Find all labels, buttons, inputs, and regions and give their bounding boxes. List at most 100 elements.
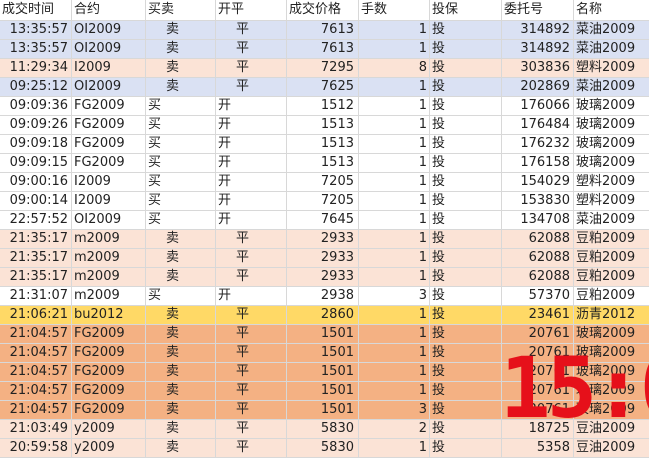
cell-lots: 1 — [359, 268, 430, 286]
table-row[interactable]: 21:06:21 bu2012 卖平 2860 1 投 23461 沥青2012 — [0, 306, 649, 325]
cell-trade-price: 1501 — [287, 382, 359, 400]
table-row[interactable]: 09:25:12 OI2009 卖平 7625 1 投 202869 菜油2009 — [0, 78, 649, 97]
cell-lots: 1 — [359, 306, 430, 324]
cell-lots: 1 — [359, 173, 430, 191]
cell-hedge-type: 投 — [430, 116, 502, 134]
cell-open-close: 平 — [216, 59, 287, 77]
cell-trade-price: 2933 — [287, 230, 359, 248]
cell-trade-time: 21:04:57 — [0, 363, 72, 381]
cell-contract: OI2009 — [72, 40, 146, 58]
cell-open-close: 开 — [216, 192, 287, 210]
cell-trade-time: 21:06:21 — [0, 306, 72, 324]
cell-contract: FG2009 — [72, 97, 146, 115]
cell-hedge-type: 投 — [430, 420, 502, 438]
cell-hedge-type: 投 — [430, 268, 502, 286]
cell-order-number: 176158 — [502, 154, 574, 172]
cell-buy-sell: 买 — [146, 135, 216, 153]
table-row[interactable]: 09:00:16 I2009 买开 7205 1 投 154029 塑料2009 — [0, 173, 649, 192]
cell-lots: 1 — [359, 116, 430, 134]
cell-buy-sell: 卖 — [146, 59, 216, 77]
cell-order-number: 62088 — [502, 268, 574, 286]
cell-open-close: 平 — [216, 420, 287, 438]
cell-open-close: 开 — [216, 211, 287, 229]
cell-open-close: 平 — [216, 230, 287, 248]
cell-instrument-name: 玻璃2009 — [576, 326, 636, 341]
table-row[interactable]: 22:57:52 OI2009 买开 7645 1 投 134708 菜油2009 — [0, 211, 649, 230]
cell-order-number: 176484 — [502, 116, 574, 134]
table-row[interactable]: 13:35:57 OI2009 卖平 7613 1 投 314892 菜油2009 — [0, 40, 649, 59]
cell-lots: 3 — [359, 287, 430, 305]
table-row[interactable]: 09:00:14 I2009 买开 7205 1 投 153830 塑料2009 — [0, 192, 649, 211]
cell-trade-price: 2933 — [287, 268, 359, 286]
cell-open-close: 平 — [216, 249, 287, 267]
cell-trade-price: 1501 — [287, 325, 359, 343]
cell-instrument-name: 沥青2012 — [576, 307, 636, 322]
cell-lots: 1 — [359, 78, 430, 96]
cell-order-number: 57370 — [502, 287, 574, 305]
cell-trade-price: 5830 — [287, 420, 359, 438]
table-row[interactable]: 21:04:57 FG2009 卖平 1501 1 投 20761 玻璃2009 — [0, 325, 649, 344]
cell-order-number: 176066 — [502, 97, 574, 115]
cell-hedge-type: 投 — [430, 154, 502, 172]
cell-order-number: 154029 — [502, 173, 574, 191]
cell-buy-sell: 买 — [146, 173, 216, 191]
cell-open-close: 平 — [216, 306, 287, 324]
header-hedge-type[interactable]: 投保 — [430, 0, 502, 20]
table-row[interactable]: 21:35:17 m2009 卖平 2933 1 投 62088 豆粕2009 — [0, 268, 649, 287]
table-row[interactable]: 21:35:17 m2009 卖平 2933 1 投 62088 豆粕2009 — [0, 230, 649, 249]
table-row[interactable]: 11:29:34 I2009 卖平 7295 8 投 303836 塑料2009 — [0, 59, 649, 78]
cell-trade-time: 21:31:07 — [0, 287, 72, 305]
header-trade-price[interactable]: 成交价格 — [287, 0, 359, 20]
cell-trade-price: 1501 — [287, 363, 359, 381]
cell-trade-time: 09:09:26 — [0, 116, 72, 134]
cell-trade-price: 7645 — [287, 211, 359, 229]
cell-lots: 1 — [359, 192, 430, 210]
cell-instrument-name: 玻璃2009 — [576, 98, 636, 113]
cell-trade-time: 21:04:57 — [0, 344, 72, 362]
cell-buy-sell: 卖 — [146, 401, 216, 419]
cell-hedge-type: 投 — [430, 325, 502, 343]
cell-open-close: 开 — [216, 97, 287, 115]
header-contract[interactable]: 合约 — [72, 0, 146, 20]
cell-open-close: 平 — [216, 363, 287, 381]
cell-contract: FG2009 — [72, 382, 146, 400]
table-header: 成交时间 合约 买卖 开平 成交价格 手数 投保 委托号 名称 — [0, 0, 649, 21]
header-order-number[interactable]: 委托号 — [502, 0, 574, 20]
cell-trade-time: 21:04:57 — [0, 325, 72, 343]
cell-lots: 1 — [359, 21, 430, 39]
header-trade-time[interactable]: 成交时间 — [0, 0, 72, 20]
cell-trade-time: 21:35:17 — [0, 268, 72, 286]
cell-buy-sell: 买 — [146, 97, 216, 115]
header-open-close[interactable]: 开平 — [216, 0, 287, 20]
cell-trade-price: 2860 — [287, 306, 359, 324]
cell-trade-time: 11:29:34 — [0, 59, 72, 77]
table-row[interactable]: 09:09:15 FG2009 买开 1513 1 投 176158 玻璃2009 — [0, 154, 649, 173]
cell-order-number: 62088 — [502, 230, 574, 248]
cell-contract: I2009 — [72, 192, 146, 210]
cell-instrument-name: 玻璃2009 — [576, 136, 636, 151]
table-row[interactable]: 20:59:58 y2009 卖平 5830 1 投 5358 豆油2009 — [0, 439, 649, 458]
cell-hedge-type: 投 — [430, 230, 502, 248]
cell-order-number: 134708 — [502, 211, 574, 229]
cell-trade-price: 2938 — [287, 287, 359, 305]
cell-lots: 1 — [359, 249, 430, 267]
cell-hedge-type: 投 — [430, 382, 502, 400]
table-row[interactable]: 09:09:36 FG2009 买开 1512 1 投 176066 玻璃2009 — [0, 97, 649, 116]
table-row[interactable]: 13:35:57 OI2009 卖平 7613 1 投 314892 菜油2009 — [0, 21, 649, 40]
cell-trade-time: 09:00:16 — [0, 173, 72, 191]
header-lots[interactable]: 手数 — [359, 0, 430, 20]
header-buy-sell[interactable]: 买卖 — [146, 0, 216, 20]
cell-instrument-name: 塑料2009 — [576, 193, 636, 208]
cell-hedge-type: 投 — [430, 173, 502, 191]
header-instrument-name[interactable]: 名称 — [574, 0, 649, 20]
table-row[interactable]: 09:09:26 FG2009 买开 1513 1 投 176484 玻璃2009 — [0, 116, 649, 135]
table-row[interactable]: 21:35:17 m2009 卖平 2933 1 投 62088 豆粕2009 — [0, 249, 649, 268]
cell-buy-sell: 卖 — [146, 344, 216, 362]
table-row[interactable]: 09:09:18 FG2009 买开 1513 1 投 176232 玻璃2009 — [0, 135, 649, 154]
cell-buy-sell: 卖 — [146, 40, 216, 58]
cell-trade-price: 7295 — [287, 59, 359, 77]
cell-order-number: 202869 — [502, 78, 574, 96]
table-row[interactable]: 21:31:07 m2009 买开 2938 3 投 57370 豆粕2009 — [0, 287, 649, 306]
clock-readout: 15:06 — [500, 346, 649, 430]
cell-order-number: 5358 — [502, 439, 574, 457]
